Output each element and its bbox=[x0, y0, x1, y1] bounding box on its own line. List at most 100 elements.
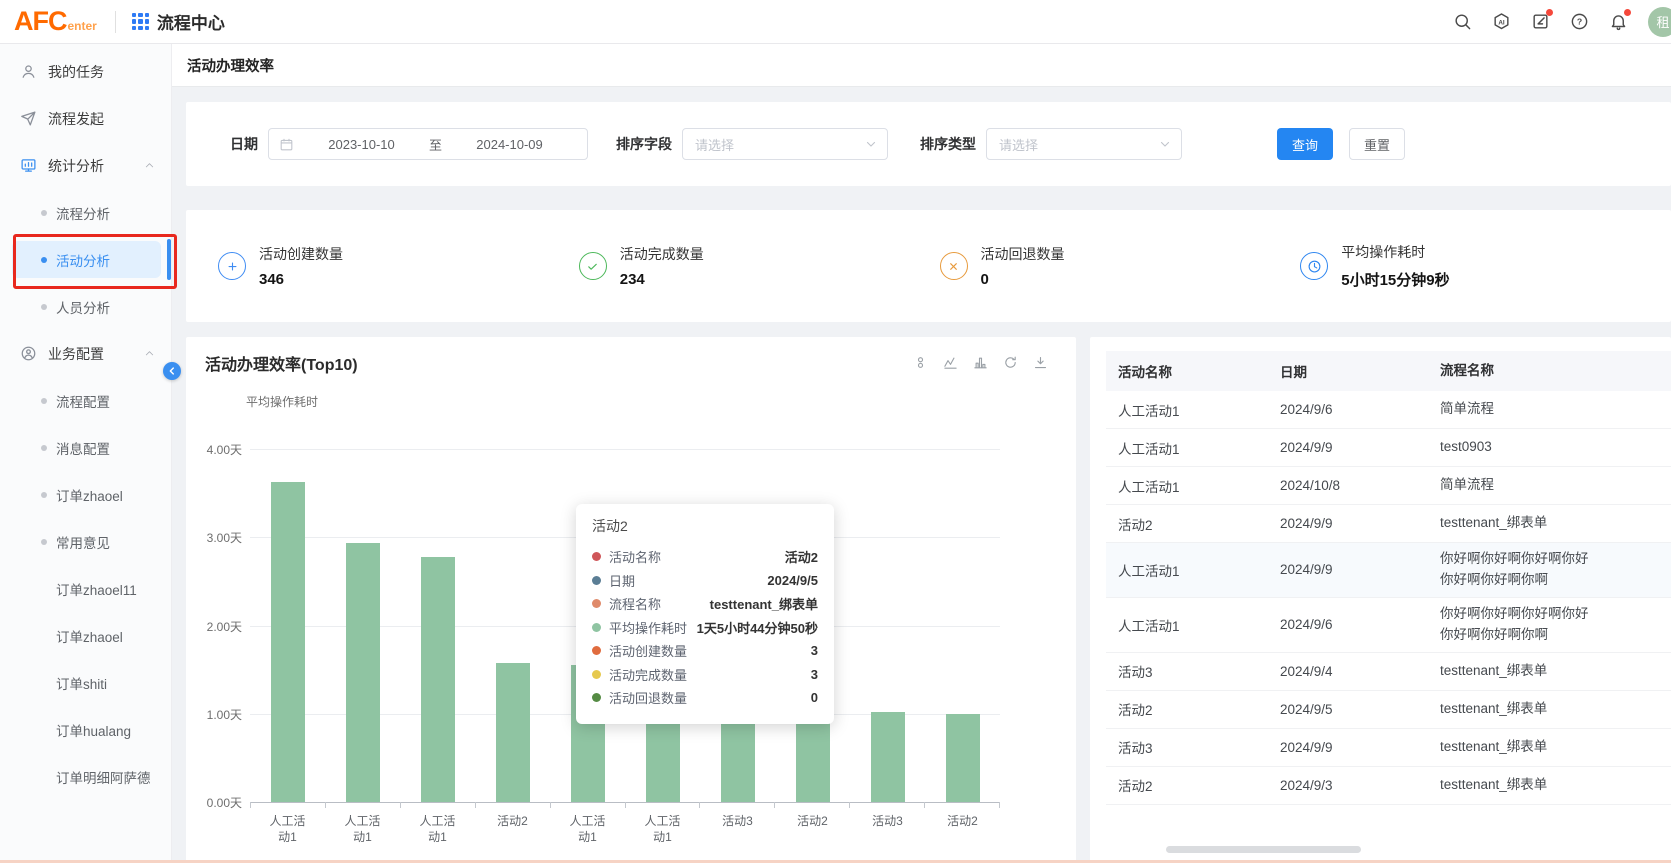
sidebar: 我的任务流程发起统计分析流程分析活动分析人员分析业务配置流程配置消息配置订单zh… bbox=[0, 44, 172, 863]
column-header: 活动名称 bbox=[1106, 361, 1268, 381]
close-circle-icon bbox=[940, 252, 968, 280]
stat-label: 活动完成数量 bbox=[620, 244, 704, 264]
download-icon[interactable] bbox=[1033, 355, 1048, 370]
sidebar-subitem[interactable]: 订单shiti bbox=[0, 659, 171, 706]
sort-field-placeholder: 请选择 bbox=[695, 135, 865, 154]
sidebar-subitem-label: 订单zhaoel bbox=[56, 485, 123, 505]
config-icon bbox=[20, 345, 37, 362]
ai-icon[interactable]: AI bbox=[1492, 12, 1511, 31]
stats-row: 活动创建数量346活动完成数量234活动回退数量0平均操作耗时5小时15分钟9秒 bbox=[186, 210, 1671, 322]
help-icon[interactable]: ? bbox=[1570, 12, 1589, 31]
table-row[interactable]: 人工活动12024/9/9test0903 bbox=[1106, 429, 1671, 467]
search-icon[interactable] bbox=[1453, 12, 1472, 31]
y-tick-label: 0.00天 bbox=[186, 794, 242, 811]
sidebar-subitem-label: 流程分析 bbox=[56, 203, 110, 223]
tooltip-row: 活动回退数量0 bbox=[592, 686, 818, 710]
line-chart-icon[interactable] bbox=[943, 355, 958, 370]
edit-icon[interactable] bbox=[1531, 12, 1550, 31]
bar-slot bbox=[400, 449, 475, 802]
sidebar-item-label: 统计分析 bbox=[48, 156, 104, 176]
send-icon bbox=[20, 110, 37, 127]
date-start-value[interactable]: 2023-10-10 bbox=[294, 137, 429, 152]
sidebar-item-label: 我的任务 bbox=[48, 62, 104, 82]
y-tick-label: 2.00天 bbox=[186, 618, 242, 635]
chart-bar[interactable] bbox=[346, 543, 380, 802]
sidebar-subitem[interactable]: 流程配置 bbox=[0, 377, 171, 424]
chart-bar[interactable] bbox=[421, 557, 455, 802]
bell-icon[interactable] bbox=[1609, 12, 1628, 31]
tooltip-value: 1天5小时44分钟50秒 bbox=[697, 618, 818, 637]
x-tick-label: 人工活 动1 bbox=[400, 813, 475, 845]
sidebar-subitem[interactable]: 订单zhaoel11 bbox=[0, 565, 171, 612]
tooltip-row: 活动创建数量3 bbox=[592, 639, 818, 663]
table-row[interactable]: 人工活动12024/10/8简单流程 bbox=[1106, 467, 1671, 505]
chart-bar[interactable] bbox=[871, 712, 905, 802]
sidebar-subitem[interactable]: 常用意见 bbox=[0, 518, 171, 565]
stat-label: 活动创建数量 bbox=[259, 244, 343, 264]
sidebar-subitem[interactable]: 订单hualang bbox=[0, 706, 171, 753]
table-row[interactable]: 活动22024/9/3testtenant_绑表单 bbox=[1106, 767, 1671, 805]
avatar[interactable]: 租 bbox=[1648, 7, 1671, 37]
date-end-value[interactable]: 2024-10-09 bbox=[442, 137, 577, 152]
search-button[interactable]: 查询 bbox=[1277, 128, 1333, 160]
sidebar-subitem[interactable]: 订单zhaoel bbox=[0, 471, 171, 518]
chart-bar[interactable] bbox=[946, 714, 980, 802]
sidebar-item-process-start[interactable]: 流程发起 bbox=[0, 95, 171, 142]
tooltip-row: 活动完成数量3 bbox=[592, 663, 818, 687]
sidebar-subitem[interactable]: 消息配置 bbox=[0, 424, 171, 471]
top-bar: AFC enter 流程中心 AI? 租 bbox=[0, 0, 1671, 44]
cell-activity: 人工活动1 bbox=[1106, 476, 1268, 496]
tooltip-label: 日期 bbox=[609, 571, 635, 590]
x-tick-label: 活动2 bbox=[775, 813, 850, 845]
x-tick-label: 人工活 动1 bbox=[325, 813, 400, 845]
date-range-input[interactable]: 2023-10-10 至 2024-10-09 bbox=[268, 128, 588, 160]
tooltip-row: 日期2024/9/5 bbox=[592, 569, 818, 593]
tooltip-label: 活动回退数量 bbox=[609, 688, 687, 707]
logo[interactable]: AFC enter bbox=[14, 6, 97, 37]
sidebar-subitem[interactable]: 人员分析 bbox=[0, 283, 171, 330]
tooltip-value: testtenant_绑表单 bbox=[710, 594, 818, 613]
sidebar-subitem[interactable]: 活动分析 bbox=[0, 236, 171, 283]
sidebar-item-business-config[interactable]: 业务配置 bbox=[0, 330, 171, 377]
cell-activity: 活动2 bbox=[1106, 699, 1268, 719]
app-grid-icon[interactable] bbox=[132, 13, 149, 30]
sidebar-subitem[interactable]: 订单zhaoel bbox=[0, 612, 171, 659]
table-row[interactable]: 人工活动12024/9/6简单流程 bbox=[1106, 391, 1671, 429]
y-tick-label: 3.00天 bbox=[186, 529, 242, 546]
table-row[interactable]: 活动32024/9/4testtenant_绑表单 bbox=[1106, 653, 1671, 691]
table-row[interactable]: 活动22024/9/5testtenant_绑表单 bbox=[1106, 691, 1671, 729]
sort-field-select[interactable]: 请选择 bbox=[682, 128, 888, 160]
cell-date: 2024/9/9 bbox=[1268, 740, 1428, 755]
table-row[interactable]: 活动32024/9/9testtenant_绑表单 bbox=[1106, 729, 1671, 767]
cell-activity: 人工活动1 bbox=[1106, 400, 1268, 420]
sidebar-item-my-tasks[interactable]: 我的任务 bbox=[0, 48, 171, 95]
table-row[interactable]: 人工活动12024/9/9你好啊你好啊你好啊你好 你好啊你好啊你啊 bbox=[1106, 543, 1671, 598]
y-tick-label: 4.00天 bbox=[186, 441, 242, 458]
tooltip-label: 活动名称 bbox=[609, 547, 661, 566]
sidebar-collapse-button[interactable] bbox=[163, 362, 181, 380]
chart-bar[interactable] bbox=[271, 482, 305, 802]
data-view-icon[interactable] bbox=[913, 355, 928, 370]
reset-button[interactable]: 重置 bbox=[1349, 128, 1405, 160]
chart-bar[interactable] bbox=[496, 663, 530, 802]
table-row[interactable]: 人工活动12024/9/6你好啊你好啊你好啊你好 你好啊你好啊你啊 bbox=[1106, 598, 1671, 653]
cell-activity: 活动3 bbox=[1106, 737, 1268, 757]
table-row[interactable]: 活动22024/9/9testtenant_绑表单 bbox=[1106, 505, 1671, 543]
sidebar-subitem[interactable]: 流程分析 bbox=[0, 189, 171, 236]
bar-chart-icon[interactable] bbox=[973, 355, 988, 370]
sort-type-select[interactable]: 请选择 bbox=[986, 128, 1182, 160]
cell-process: test0903 bbox=[1428, 431, 1671, 464]
bullet-dot bbox=[41, 445, 47, 451]
sidebar-subitem-label: 订单zhaoel11 bbox=[56, 579, 137, 599]
app-title: 流程中心 bbox=[157, 9, 225, 34]
sidebar-subitem[interactable]: 订单明细阿萨德 bbox=[0, 753, 171, 800]
bullet-dot bbox=[41, 398, 47, 404]
sidebar-item-statistics[interactable]: 统计分析 bbox=[0, 142, 171, 189]
svg-text:AI: AI bbox=[1498, 19, 1505, 26]
stat-value: 5小时15分钟9秒 bbox=[1341, 269, 1449, 290]
horizontal-scrollbar-thumb[interactable] bbox=[1166, 846, 1361, 853]
bullet-dot bbox=[41, 539, 47, 545]
series-dot bbox=[592, 670, 601, 679]
restore-icon[interactable] bbox=[1003, 355, 1018, 370]
sort-field-label: 排序字段 bbox=[616, 134, 672, 154]
